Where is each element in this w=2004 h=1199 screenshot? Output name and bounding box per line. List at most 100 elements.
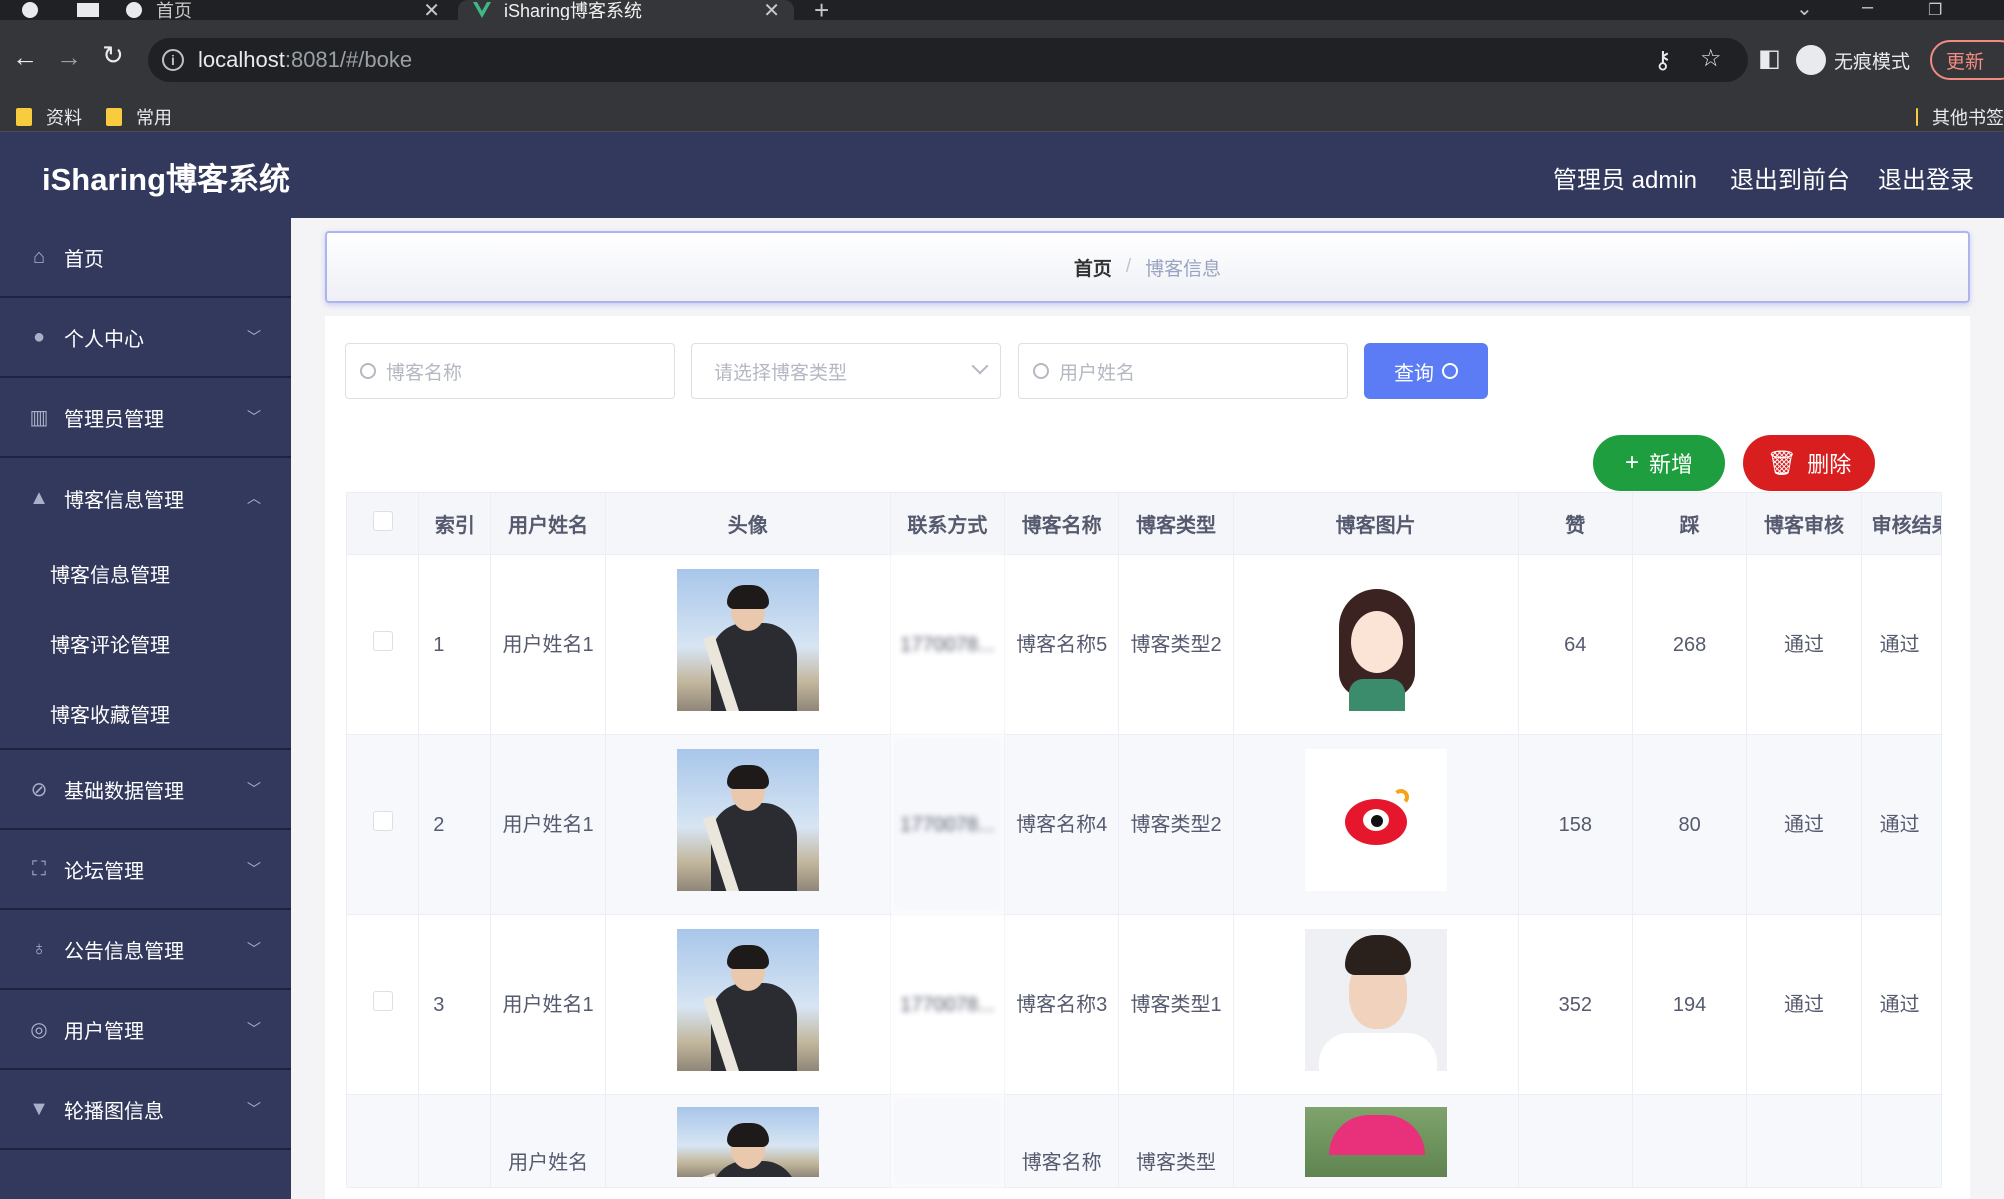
review-cell: 通过: [1746, 914, 1862, 1095]
tab-search-icon[interactable]: ⌄: [1796, 0, 1813, 21]
bookmark-folder-other[interactable]: 其他书签: [1916, 104, 2004, 130]
bookmarks-bar: 资料 常用 其他书签: [0, 98, 2004, 132]
avatar[interactable]: [676, 928, 819, 1071]
table-header: 联系方式: [889, 492, 1006, 555]
folder-icon: [1916, 108, 1918, 126]
table-header: 博客名称: [1004, 492, 1120, 555]
sidebar-item-forum[interactable]: ⛶ 论坛管理 ﹀: [0, 830, 291, 910]
blog-image-cell: [1232, 554, 1519, 735]
table-row[interactable]: 3 用户姓名1 1770078... 博客名称3 博客类型1 352 194 通…: [345, 914, 1943, 1095]
row-checkbox[interactable]: [372, 990, 393, 1011]
sign-icon: ▼: [29, 1097, 49, 1120]
update-button[interactable]: 更新: [1930, 40, 2004, 80]
index-cell: 2: [418, 734, 492, 915]
reload-icon[interactable]: ↻: [102, 42, 124, 68]
plus-icon: +: [1624, 449, 1639, 476]
blog-image[interactable]: [1304, 1107, 1447, 1177]
sidebar-subitem-blog-favorites[interactable]: 博客收藏管理: [0, 678, 291, 748]
sidebar-toggle-icon[interactable]: [76, 0, 100, 20]
key-icon[interactable]: ⚷: [1654, 46, 1672, 75]
sidebar-item-blog-info-management[interactable]: ▲ 博客信息管理 ︿: [0, 458, 291, 538]
exit-to-frontend-link[interactable]: 退出到前台: [1730, 160, 1850, 195]
incognito-icon: [1796, 45, 1826, 75]
chevron-down-icon: [971, 357, 989, 375]
avatar[interactable]: [676, 568, 819, 711]
breadcrumb: 首页 / 博客信息: [325, 231, 1970, 303]
content-card: 博客名称 请选择博客类型 用户姓名 查询 + 新增 🗑 删除 索引 用户姓名 头…: [325, 316, 1970, 1199]
table-header: 博客审核: [1746, 492, 1862, 555]
table-row[interactable]: 1 用户姓名1 1770078... 博客名称5 博客类型2 64 268 通过…: [345, 554, 1943, 735]
sidebar-item-home[interactable]: ⌂ 首页: [0, 218, 291, 298]
blog-image[interactable]: [1304, 568, 1447, 711]
chevron-down-icon: ﹀: [247, 941, 261, 957]
search-icon: [1033, 363, 1049, 379]
table-row[interactable]: 2 用户姓名1 1770078... 博客名称4 博客类型2 158 80 通过…: [345, 734, 1943, 915]
review-cell: 通过: [1746, 734, 1862, 915]
contact-cell: 1770078...: [889, 914, 1006, 1095]
browser-tabstrip: 首页 ✕ iSharing博客系统 ✕ + ⌄ – ❐: [0, 0, 2004, 25]
table-header: 博客类型: [1118, 492, 1234, 555]
incognito-indicator[interactable]: 无痕模式: [1796, 42, 1910, 78]
minimize-icon[interactable]: –: [1862, 0, 1873, 19]
chevron-down-icon: ﹀: [247, 1101, 261, 1117]
forward-icon[interactable]: →: [56, 44, 82, 70]
avatar-cell: [604, 1094, 891, 1188]
sidebar-item-basic-data[interactable]: ⊘ 基础数据管理 ﹀: [0, 750, 291, 830]
breadcrumb-separator: /: [1125, 256, 1132, 277]
back-icon[interactable]: ←: [12, 44, 38, 70]
row-checkbox[interactable]: [372, 630, 393, 651]
avatar-cell: [604, 734, 891, 915]
sidebar-item-personal-center[interactable]: ● 个人中心 ﹀: [0, 298, 291, 378]
add-button[interactable]: + 新增: [1593, 435, 1725, 491]
result-cell: 通过: [1860, 554, 1943, 735]
user-name-cell: 用户姓名1: [490, 734, 606, 915]
trash-icon: 🗑: [1766, 449, 1798, 477]
tab-isharing[interactable]: iSharing博客系统 ✕: [458, 0, 794, 22]
breadcrumb-current: 博客信息: [1145, 258, 1222, 280]
table-header: 索引: [418, 492, 492, 555]
sidebar-item-admin-management[interactable]: ▥ 管理员管理 ﹀: [0, 378, 291, 458]
site-info-icon[interactable]: i: [162, 49, 184, 71]
blog-type-select[interactable]: 请选择博客类型: [691, 343, 1001, 399]
blog-image[interactable]: [1304, 928, 1447, 1071]
blog-image[interactable]: [1304, 748, 1447, 891]
row-checkbox[interactable]: [372, 810, 393, 831]
avatar[interactable]: [676, 748, 819, 891]
browser-menu-icon[interactable]: [20, 0, 40, 20]
user-name-cell: 用户姓名: [490, 1094, 606, 1188]
sidebar-subitem-blog-comments[interactable]: 博客评论管理: [0, 608, 291, 678]
select-all-checkbox[interactable]: [372, 510, 393, 531]
user-icon: ●: [32, 325, 46, 348]
delete-button[interactable]: 🗑 删除: [1743, 435, 1875, 491]
blog-image-cell: [1232, 1094, 1519, 1188]
result-cell: 通过: [1860, 914, 1943, 1095]
address-bar[interactable]: i localhost:8081/#/boke: [148, 38, 1748, 82]
side-panel-icon[interactable]: ◧: [1758, 44, 1781, 73]
sidebar-item-carousel[interactable]: ▼ 轮播图信息 ﹀: [0, 1070, 291, 1150]
tab-home[interactable]: 首页 ✕: [124, 0, 454, 22]
sidebar-item-user-management[interactable]: ◎ 用户管理 ﹀: [0, 990, 291, 1070]
breadcrumb-home[interactable]: 首页: [1074, 254, 1112, 281]
chevron-up-icon: ︿: [247, 490, 261, 506]
likes-cell: 352: [1517, 914, 1633, 1095]
user-name-search-input[interactable]: 用户姓名: [1018, 343, 1348, 399]
sidebar-subitem-blog-info[interactable]: 博客信息管理: [0, 538, 291, 608]
query-button[interactable]: 查询: [1364, 343, 1488, 399]
table-header: 审核结果: [1860, 492, 1943, 555]
bookmark-folder-resources[interactable]: 资料: [16, 104, 82, 130]
new-tab-button[interactable]: +: [814, 0, 829, 25]
likes-cell: [1517, 1094, 1633, 1188]
avatar[interactable]: [676, 1107, 819, 1177]
chevron-down-icon: ﹀: [247, 409, 261, 425]
table-row[interactable]: 用户姓名 博客名称 博客类型: [345, 1094, 1943, 1188]
bookmark-folder-common[interactable]: 常用: [106, 104, 172, 130]
blog-name-search-input[interactable]: 博客名称: [345, 343, 675, 399]
blog-table: 索引 用户姓名 头像 联系方式 博客名称 博客类型 博客图片 赞 踩 博客审核 …: [345, 492, 1943, 1188]
restore-icon[interactable]: ❐: [1928, 0, 1942, 20]
blog-image-cell: [1232, 734, 1519, 915]
likes-cell: 158: [1517, 734, 1633, 915]
sidebar-item-announcements[interactable]: ♁ 公告信息管理 ﹀: [0, 910, 291, 990]
logout-link[interactable]: 退出登录: [1878, 160, 1974, 195]
user-tie-icon: ▲: [29, 486, 49, 509]
bookmark-star-icon[interactable]: ☆: [1700, 44, 1722, 73]
